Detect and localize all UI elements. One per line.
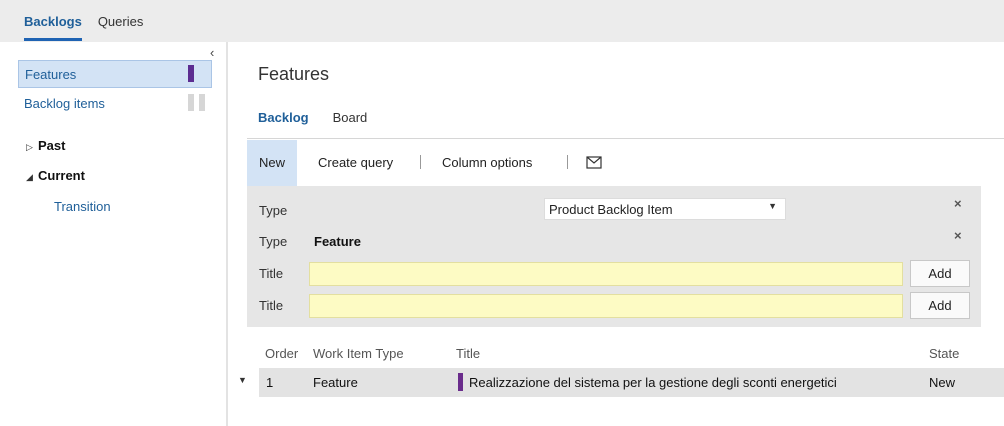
- tab-queries[interactable]: Queries: [98, 14, 144, 29]
- view-tabs: Backlog Board: [258, 110, 367, 125]
- collapse-icon[interactable]: ▼: [238, 375, 247, 385]
- tab-backlog[interactable]: Backlog: [258, 110, 309, 125]
- sidebar-item-features[interactable]: Features: [18, 60, 212, 88]
- tree-node-label: Current: [38, 168, 85, 183]
- order-cell: 1: [266, 375, 274, 390]
- create-query-button[interactable]: Create query: [318, 140, 393, 186]
- add-button[interactable]: Add: [910, 260, 970, 287]
- color-swatch: [188, 94, 194, 111]
- active-tab-underline: [24, 38, 82, 41]
- divider: [247, 138, 1004, 139]
- new-button[interactable]: New: [247, 140, 297, 186]
- close-icon[interactable]: ×: [954, 228, 962, 243]
- title-input[interactable]: [309, 294, 903, 318]
- tree-node-label: Past: [38, 138, 66, 153]
- title-input[interactable]: [309, 262, 903, 286]
- close-icon[interactable]: ×: [954, 196, 962, 211]
- top-navigation-bar: Backlogs Queries: [0, 0, 1004, 42]
- column-header-work-item-type[interactable]: Work Item Type: [313, 346, 404, 361]
- type-label: Type: [259, 234, 288, 249]
- sidebar-item-transition[interactable]: Transition: [54, 199, 111, 214]
- quick-add-panel: Type Product Backlog Item ▼ × Type Featu…: [247, 186, 981, 327]
- color-swatch: [199, 94, 205, 111]
- hub-tabs: Backlogs Queries: [24, 14, 144, 41]
- sidebar-item-label: Backlog items: [24, 96, 105, 111]
- tab-backlogs[interactable]: Backlogs: [24, 14, 82, 29]
- select-value: Product Backlog Item: [549, 202, 673, 217]
- tab-board[interactable]: Board: [333, 110, 368, 125]
- tree-node-current[interactable]: ◢ Current: [26, 168, 85, 183]
- title-label: Title: [259, 266, 284, 281]
- column-header-title[interactable]: Title: [456, 346, 480, 361]
- work-item-type-select[interactable]: Product Backlog Item ▼: [544, 198, 786, 220]
- type-value: Feature: [314, 234, 361, 249]
- color-swatch: [188, 65, 194, 82]
- email-icon[interactable]: [586, 140, 602, 186]
- work-item-type-cell: Feature: [313, 375, 358, 390]
- table-row[interactable]: 1 Feature Realizzazione del sistema per …: [259, 368, 1004, 397]
- sidebar: ‹ Features Backlog items ▷ Past ◢ Current …: [0, 42, 228, 426]
- add-button[interactable]: Add: [910, 292, 970, 319]
- column-header-order[interactable]: Order: [265, 346, 298, 361]
- type-label: Type: [259, 203, 288, 218]
- toolbar: New Create query Column options: [247, 140, 1004, 186]
- work-item-color-bar: [458, 373, 463, 391]
- collapse-icon[interactable]: ◢: [26, 172, 34, 183]
- sidebar-item-backlog-items[interactable]: Backlog items: [18, 90, 212, 118]
- tree-node-past[interactable]: ▷ Past: [26, 138, 65, 153]
- sidebar-item-label: Features: [25, 67, 77, 82]
- title-label: Title: [259, 298, 284, 313]
- expand-icon[interactable]: ▷: [26, 142, 34, 153]
- column-header-state[interactable]: State: [929, 346, 959, 361]
- state-cell: New: [929, 375, 956, 390]
- column-options-button[interactable]: Column options: [442, 140, 532, 186]
- divider: [420, 155, 421, 169]
- divider: [567, 155, 568, 169]
- chevron-left-icon[interactable]: ‹: [210, 45, 214, 60]
- chevron-down-icon: ▼: [768, 201, 777, 211]
- page-title: Features: [258, 64, 330, 84]
- title-cell[interactable]: Realizzazione del sistema per la gestion…: [469, 375, 837, 390]
